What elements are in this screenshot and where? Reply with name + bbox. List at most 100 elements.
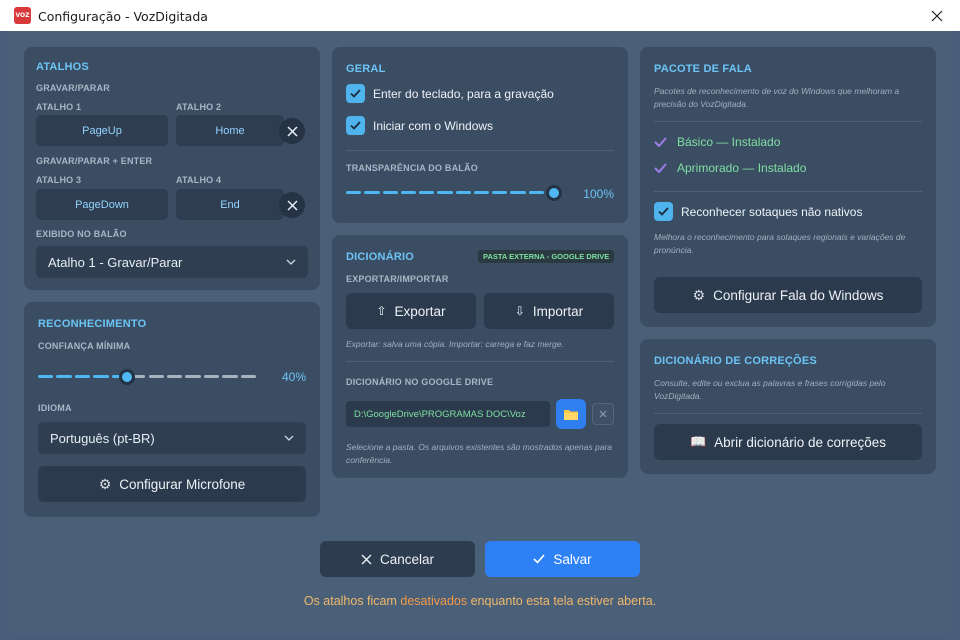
cancel-label: Cancelar xyxy=(379,551,435,567)
transparencia-value: 100% xyxy=(583,187,614,201)
sotaques-note: Melhora o reconhecimento para sotaques r… xyxy=(654,232,906,255)
atalho4-clear-button[interactable] xyxy=(279,192,305,218)
close-icon xyxy=(286,199,298,211)
chevron-down-icon xyxy=(284,435,294,441)
slider-track-segment xyxy=(166,375,183,378)
dicionario-title: DICIONÁRIO xyxy=(346,251,414,263)
slider-track-segment xyxy=(419,191,435,194)
slider-track-segment xyxy=(222,375,238,378)
pacote-fala-title: PACOTE DE FALA xyxy=(654,63,752,75)
importar-label: Importar xyxy=(532,303,584,319)
dicionario-card: DICIONÁRIO PASTA EXTERNA - GOOGLE DRIVE … xyxy=(332,235,628,478)
slider-track-segment xyxy=(93,375,109,378)
geral-divider xyxy=(346,150,614,151)
slider-track-segment xyxy=(346,191,362,194)
save-button[interactable]: Salvar xyxy=(485,541,640,577)
gear-icon: ⚙ xyxy=(692,286,706,303)
atalho3-key-button[interactable]: PageDown xyxy=(36,189,168,220)
balao-select[interactable]: Atalho 1 - Gravar/Parar xyxy=(36,246,308,278)
title-bar: VOZ Configuração - VozDigitada xyxy=(0,0,960,31)
transparencia-label: TRANSPARÊNCIA DO BALÃO xyxy=(346,163,478,173)
close-icon xyxy=(361,554,372,564)
atalho2-clear-button[interactable] xyxy=(279,118,305,144)
close-icon xyxy=(931,10,943,21)
atalho2-key-button[interactable]: Home xyxy=(176,115,284,146)
slider-track-segment xyxy=(382,191,398,194)
gravar-parar-enter-label: GRAVAR/PARAR + ENTER xyxy=(36,156,153,166)
exportar-button[interactable]: ⇧ Exportar xyxy=(346,293,476,329)
footer-post: enquanto esta tela estiver aberta. xyxy=(470,594,657,608)
correcoes-desc: Consulte, edite ou exclua as palavras e … xyxy=(654,378,886,401)
slider-track-segment xyxy=(492,191,508,194)
abrir-dicionario-button[interactable]: 📖 Abrir dicionário de correções xyxy=(654,424,922,460)
atalhos-card: ATALHOS GRAVAR/PARAR ATALHO 1 ATALHO 2 P… xyxy=(24,47,320,290)
iniciar-windows-checkbox[interactable]: Iniciar com o Windows xyxy=(346,116,493,135)
slider-track-segment xyxy=(38,375,54,378)
arrow-down-icon: ⇩ xyxy=(514,304,525,318)
cancel-button[interactable]: Cancelar xyxy=(320,541,475,577)
pacote-fala-card: PACOTE DE FALA Pacotes de reconhecimento… xyxy=(640,47,936,327)
slider-thumb[interactable] xyxy=(118,369,135,385)
sotaques-checkbox[interactable]: Reconhecer sotaques não nativos xyxy=(654,202,862,221)
check-icon xyxy=(654,137,667,147)
configurar-fala-button[interactable]: ⚙ Configurar Fala do Windows xyxy=(654,277,922,313)
confianca-slider[interactable] xyxy=(38,369,256,385)
checkbox-checked[interactable] xyxy=(346,116,365,135)
basico-status: Básico — Instalado xyxy=(654,135,780,149)
checkbox-checked[interactable] xyxy=(654,202,673,221)
book-icon: 📖 xyxy=(689,434,707,449)
footer-warning: Os atalhos ficam desativados enquanto es… xyxy=(8,594,952,608)
slider-track-segment xyxy=(185,375,201,378)
confianca-value: 40% xyxy=(281,370,306,384)
aprimorado-status: Aprimorado — Instalado xyxy=(654,161,806,175)
exportar-label: Exportar xyxy=(394,303,446,319)
footer-pre: Os atalhos ficam xyxy=(303,594,397,608)
window-close-button[interactable] xyxy=(914,0,960,31)
pacote-divider xyxy=(654,121,922,122)
atalho4-label: ATALHO 4 xyxy=(176,175,222,185)
slider-track-segment xyxy=(364,191,380,194)
arrow-up-icon: ⇧ xyxy=(376,304,387,318)
reconhecimento-card: RECONHECIMENTO CONFIANÇA MÍNIMA 40% IDIO… xyxy=(24,302,320,517)
idioma-select[interactable]: Português (pt-BR) xyxy=(38,422,306,454)
atalho1-key-button[interactable]: PageUp xyxy=(36,115,168,146)
idioma-select-value: Português (pt-BR) xyxy=(50,430,155,446)
checkbox-checked[interactable] xyxy=(346,84,365,103)
exportar-note: Exportar: salva uma cópia. Importar: car… xyxy=(346,339,564,349)
footer-highlight: desativados xyxy=(400,594,468,608)
enter-teclado-checkbox[interactable]: Enter do teclado, para a gravação xyxy=(346,84,554,103)
balao-select-value: Atalho 1 - Gravar/Parar xyxy=(48,254,183,270)
atalho3-label: ATALHO 3 xyxy=(36,175,82,185)
slider-track-segment xyxy=(510,191,526,194)
geral-card: GERAL Enter do teclado, para a gravação … xyxy=(332,47,628,223)
select-folder-button[interactable] xyxy=(556,399,586,429)
check-icon xyxy=(350,121,361,130)
slider-track-segment xyxy=(148,375,164,378)
save-label: Salvar xyxy=(553,551,592,567)
importar-button[interactable]: ⇩ Importar xyxy=(484,293,614,329)
check-icon xyxy=(350,89,361,98)
pacote-divider-2 xyxy=(654,191,922,192)
slider-thumb[interactable] xyxy=(546,185,562,201)
gear-icon: ⚙ xyxy=(98,475,112,492)
app-logo-icon: VOZ xyxy=(14,7,31,24)
clear-folder-button[interactable] xyxy=(592,403,614,425)
slider-track-segment xyxy=(528,191,544,194)
atalho4-key-button[interactable]: End xyxy=(176,189,284,220)
confianca-label: CONFIANÇA MÍNIMA xyxy=(38,341,131,351)
check-icon xyxy=(533,554,545,564)
iniciar-windows-label: Iniciar com o Windows xyxy=(373,118,494,133)
idioma-label: IDIOMA xyxy=(38,403,72,413)
atalhos-title: ATALHOS xyxy=(36,61,89,73)
configurar-microfone-button[interactable]: ⚙ Configurar Microfone xyxy=(38,466,306,502)
drive-path-field[interactable]: D:\GoogleDrive\PROGRAMAS DOC\Voz xyxy=(346,401,550,427)
transparencia-slider[interactable] xyxy=(346,185,562,201)
exportar-importar-label: EXPORTAR/IMPORTAR xyxy=(346,274,449,284)
close-icon xyxy=(599,410,607,418)
slider-track-segment xyxy=(455,191,471,194)
correcoes-title: DICIONÁRIO DE CORREÇÕES xyxy=(654,355,817,367)
abrir-dicionario-label: Abrir dicionário de correções xyxy=(714,434,887,450)
enter-teclado-label: Enter do teclado, para a gravação xyxy=(373,86,554,101)
drive-note: Selecione a pasta. Os arquivos existente… xyxy=(346,442,613,465)
slider-track-segment xyxy=(437,191,453,194)
